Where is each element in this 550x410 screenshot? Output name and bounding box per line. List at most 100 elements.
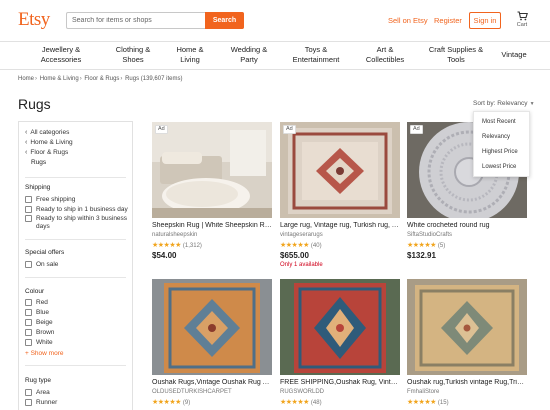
- star-rating-icon: ★★★★★: [152, 399, 181, 406]
- colour-heading: Colour: [25, 288, 45, 295]
- filter-ship-3-days[interactable]: Ready to ship within 3 business days: [25, 215, 127, 231]
- listing-image[interactable]: [280, 279, 400, 375]
- rug-type-heading: Rug type: [25, 377, 52, 384]
- listing-title[interactable]: Sheepskin Rug | White Sheepskin Rug: [152, 222, 272, 229]
- cart-button[interactable]: Cart: [513, 11, 531, 28]
- filter-label: Ready to ship in 1 business day: [36, 206, 128, 213]
- listing-shop[interactable]: FmhaliStore: [407, 389, 439, 395]
- breadcrumb-home-living[interactable]: Home & Living: [40, 76, 79, 82]
- filter-label: Ready to ship within 3 business days: [36, 215, 127, 231]
- category-home[interactable]: Home & Living: [172, 45, 208, 65]
- filter-sidebar: ‹ All categories ‹ Home & Living ‹ Floor & …: [18, 121, 133, 410]
- listing-card[interactable]: FREE SHIPPING,Oushak Rug, Vintage Rug RU…: [280, 279, 400, 406]
- sort-dropdown[interactable]: Sort by: Relevancy ▼: [473, 100, 535, 107]
- filter-colour-red[interactable]: Red: [25, 299, 48, 307]
- filter-label: On sale: [36, 261, 59, 268]
- listing-card[interactable]: Ad Sheepskin Rug | White Sheepskin Rug n…: [152, 122, 272, 260]
- checkbox[interactable]: [25, 215, 32, 222]
- listing-title[interactable]: Oushak rug,Turkish vintage Rug,Tribal Ru…: [407, 379, 527, 386]
- search-button[interactable]: Search: [205, 12, 244, 29]
- sidebar-nav-all-categories[interactable]: ‹ All categories: [25, 129, 69, 136]
- listing-title[interactable]: Large rug, Vintage rug, Turkish rug, Are…: [280, 222, 400, 229]
- category-jewellery[interactable]: Jewellery & Accessories: [38, 45, 84, 65]
- sort-option-highest-price[interactable]: Highest Price: [482, 149, 518, 155]
- star-rating-icon: ★★★★★: [407, 399, 436, 406]
- sidebar-nav-label: All categories: [30, 129, 70, 136]
- sidebar-nav-home-living[interactable]: ‹ Home & Living: [25, 139, 73, 146]
- category-clothing[interactable]: Clothing & Shoes: [110, 45, 156, 65]
- listing-rating: ★★★★★ (5): [407, 241, 445, 249]
- checkbox[interactable]: [25, 319, 32, 326]
- category-line: Toys &: [304, 45, 328, 54]
- checkbox[interactable]: [25, 261, 32, 268]
- filter-on-sale[interactable]: On sale: [25, 261, 58, 269]
- checkbox[interactable]: [25, 399, 32, 406]
- checkbox[interactable]: [25, 206, 32, 213]
- listing-shop[interactable]: RUGSWORLDD: [280, 389, 324, 395]
- checkbox[interactable]: [25, 299, 32, 306]
- listing-price: $132.91: [407, 251, 436, 260]
- filter-label: Beige: [36, 319, 53, 326]
- register-link[interactable]: Register: [434, 16, 462, 25]
- sort-option-most-recent[interactable]: Most Recent: [482, 119, 516, 125]
- sort-menu: Most Recent Relevancy Highest Price Lowe…: [473, 111, 530, 177]
- category-line: Wedding &: [230, 45, 268, 54]
- sort-option-lowest-price[interactable]: Lowest Price: [482, 164, 516, 170]
- sort-label: Sort by: Relevancy: [473, 100, 528, 107]
- listing-image[interactable]: [407, 279, 527, 375]
- checkbox[interactable]: [25, 196, 32, 203]
- listing-title[interactable]: White crocheted round rug: [407, 222, 527, 229]
- divider: [25, 365, 126, 366]
- chevron-down-icon: ▼: [529, 101, 535, 107]
- filter-colour-brown[interactable]: Brown: [25, 329, 54, 337]
- filter-rug-runner[interactable]: Runner: [25, 399, 57, 407]
- checkbox[interactable]: [25, 329, 32, 336]
- listing-shop[interactable]: naturalsheepskin: [152, 232, 197, 238]
- filter-colour-white[interactable]: White: [25, 339, 53, 347]
- breadcrumb-current: Rugs (139,607 items): [125, 76, 183, 82]
- ad-badge: Ad: [410, 125, 423, 134]
- listing-card[interactable]: Oushak Rugs,Vintage Oushak Rug Area Rug …: [152, 279, 272, 406]
- divider: [25, 277, 126, 278]
- listing-image[interactable]: [152, 279, 272, 375]
- listing-card[interactable]: Oushak rug,Turkish vintage Rug,Tribal Ru…: [407, 279, 527, 406]
- category-wedding[interactable]: Wedding & Party: [226, 45, 272, 65]
- filter-colour-blue[interactable]: Blue: [25, 309, 49, 317]
- filter-colour-beige[interactable]: Beige: [25, 319, 53, 327]
- checkbox[interactable]: [25, 389, 32, 396]
- checkbox[interactable]: [25, 339, 32, 346]
- listing-rating: ★★★★★ (40): [280, 241, 322, 249]
- listing-shop[interactable]: SiftaStudioCrafts: [407, 232, 452, 238]
- listing-title[interactable]: Oushak Rugs,Vintage Oushak Rug Area Rug: [152, 379, 272, 386]
- filter-label: Area: [36, 389, 50, 396]
- etsy-logo[interactable]: Etsy: [18, 9, 50, 31]
- chevron-left-icon: ‹: [25, 139, 28, 146]
- sign-in-button[interactable]: Sign in: [469, 12, 501, 29]
- category-vintage[interactable]: Vintage: [497, 50, 531, 60]
- site-header: Etsy Search Sell on Etsy Register Sign i…: [0, 0, 550, 41]
- listing-card[interactable]: Ad Large rug, Vintage rug, Turkish rug, …: [280, 122, 400, 268]
- filter-ship-1-day[interactable]: Ready to ship in 1 business day: [25, 206, 128, 214]
- star-rating-icon: ★★★★★: [407, 242, 436, 249]
- show-more-colours-link[interactable]: + Show more: [25, 350, 63, 357]
- listing-image[interactable]: Ad: [280, 122, 400, 218]
- listing-title[interactable]: FREE SHIPPING,Oushak Rug, Vintage Rug: [280, 379, 400, 386]
- filter-free-shipping[interactable]: Free shipping: [25, 196, 75, 204]
- category-craft[interactable]: Craft Supplies & Tools: [424, 45, 488, 65]
- breadcrumb-home[interactable]: Home: [18, 76, 34, 82]
- category-toys[interactable]: Toys & Entertainment: [288, 45, 344, 65]
- search-input[interactable]: [67, 13, 205, 28]
- listing-image[interactable]: Ad: [152, 122, 272, 218]
- checkbox[interactable]: [25, 309, 32, 316]
- listing-shop[interactable]: OLDUSEDTURKISHCARPET: [152, 389, 232, 395]
- filter-rug-area[interactable]: Area: [25, 389, 50, 397]
- breadcrumb-floor-rugs[interactable]: Floor & Rugs: [84, 76, 119, 82]
- category-art[interactable]: Art & Collectibles: [360, 45, 410, 65]
- category-line: Living: [180, 55, 200, 64]
- filter-label-line: days: [36, 223, 50, 230]
- sort-option-relevancy[interactable]: Relevancy: [482, 134, 510, 140]
- listing-shop[interactable]: vintageserarugs: [280, 232, 323, 238]
- sell-on-etsy-link[interactable]: Sell on Etsy: [388, 16, 428, 25]
- listing-rating: ★★★★★ (48): [280, 398, 322, 406]
- sidebar-nav-floor-rugs[interactable]: ‹ Floor & Rugs: [25, 149, 68, 156]
